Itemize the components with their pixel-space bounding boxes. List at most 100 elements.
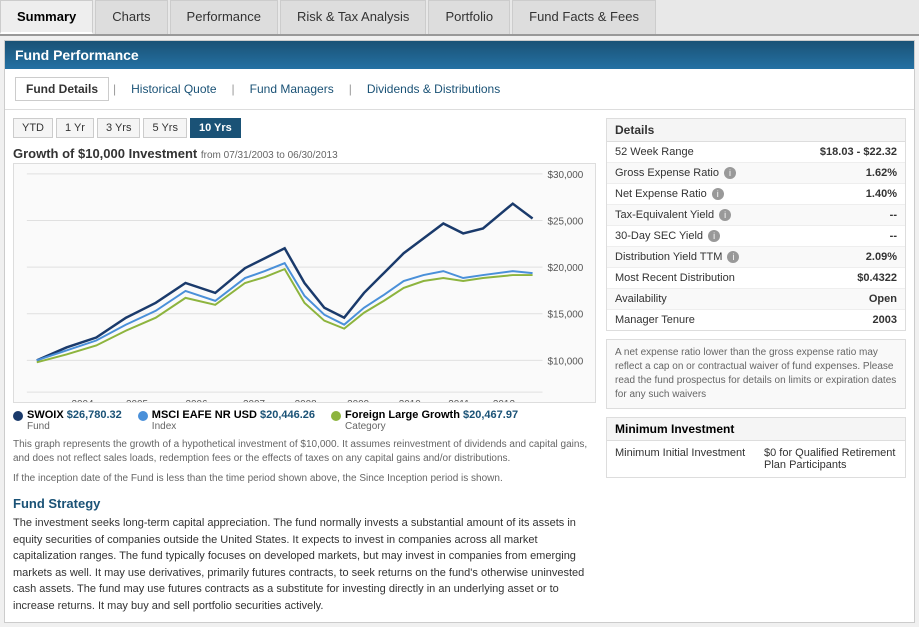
legend-swoix: SWOIX $26,780.32 Fund (13, 409, 122, 432)
value-tax: -- (786, 205, 905, 226)
label-gross: Gross Expense Ratio i (607, 163, 786, 184)
table-row: Gross Expense Ratio i 1.62% (607, 163, 905, 184)
separator: | (349, 82, 352, 96)
legend-swoix-name: SWOIX $26,780.32 (27, 409, 122, 421)
svg-text:2007: 2007 (243, 399, 266, 402)
details-section: Details 52 Week Range $18.03 - $22.32 Gr… (606, 118, 906, 331)
svg-text:$15,000: $15,000 (547, 310, 583, 321)
value-availability: Open (786, 289, 905, 310)
table-row: Availability Open (607, 289, 905, 310)
legend-foreign: Foreign Large Growth $20,467.97 Category (331, 409, 518, 432)
chart-subtitle: from 07/31/2003 to 06/30/2013 (201, 150, 338, 161)
svg-text:2009: 2009 (347, 399, 370, 402)
table-row: 52 Week Range $18.03 - $22.32 (607, 142, 905, 163)
content-area: YTD 1 Yr 3 Yrs 5 Yrs 10 Yrs Growth of $1… (5, 110, 914, 622)
label-sec: 30-Day SEC Yield i (607, 226, 786, 247)
top-navigation: Summary Charts Performance Risk & Tax An… (0, 0, 919, 36)
chart-svg: $30,000 $25,000 $20,000 $15,000 $10,000 … (14, 164, 595, 402)
table-row: Net Expense Ratio i 1.40% (607, 184, 905, 205)
fund-strategy: Fund Strategy The investment seeks long-… (13, 496, 596, 614)
legend-foreign-name: Foreign Large Growth $20,467.97 (345, 409, 518, 421)
chart-legend: SWOIX $26,780.32 Fund MSCI EAFE NR USD $… (13, 409, 596, 432)
chart-area: $30,000 $25,000 $20,000 $15,000 $10,000 … (13, 163, 596, 403)
info-icon[interactable]: i (724, 167, 736, 179)
legend-msci-dot (138, 411, 148, 421)
label-dist: Distribution Yield TTM i (607, 247, 786, 268)
svg-text:2004: 2004 (71, 399, 94, 402)
period-5yr[interactable]: 5 Yrs (143, 118, 186, 138)
strategy-title: Fund Strategy (13, 496, 596, 511)
main-content: Fund Performance Fund Details | Historic… (4, 40, 915, 623)
graph-note2: If the inception date of the Fund is les… (13, 472, 596, 486)
min-investment-section: Minimum Investment Minimum Initial Inves… (606, 417, 906, 478)
period-ytd[interactable]: YTD (13, 118, 53, 138)
period-3yr[interactable]: 3 Yrs (97, 118, 140, 138)
svg-text:2010: 2010 (399, 399, 422, 402)
subtab-fund-managers[interactable]: Fund Managers (239, 77, 345, 101)
fund-performance-header: Fund Performance (5, 41, 914, 69)
value-net: 1.40% (786, 184, 905, 205)
chart-title: Growth of $10,000 Investment from 07/31/… (13, 146, 596, 161)
legend-msci-name: MSCI EAFE NR USD $20,446.26 (152, 409, 315, 421)
label-tenure: Manager Tenure (607, 310, 786, 331)
legend-swoix-type: Fund (27, 421, 122, 432)
tab-summary[interactable]: Summary (0, 0, 93, 34)
label-min-initial: Minimum Initial Investment (607, 441, 756, 477)
label-52week: 52 Week Range (607, 142, 786, 163)
sub-navigation: Fund Details | Historical Quote | Fund M… (5, 69, 914, 110)
table-row: Distribution Yield TTM i 2.09% (607, 247, 905, 268)
min-investment-header: Minimum Investment (607, 418, 905, 441)
details-header: Details (607, 119, 905, 142)
legend-msci: MSCI EAFE NR USD $20,446.26 Index (138, 409, 315, 432)
separator: | (113, 82, 116, 96)
svg-text:2005: 2005 (126, 399, 149, 402)
svg-text:2006: 2006 (186, 399, 209, 402)
value-dist: 2.09% (786, 247, 905, 268)
tab-portfolio[interactable]: Portfolio (428, 0, 510, 34)
tab-performance[interactable]: Performance (170, 0, 278, 34)
svg-text:2008: 2008 (295, 399, 318, 402)
legend-foreign-dot (331, 411, 341, 421)
value-52week: $18.03 - $22.32 (786, 142, 905, 163)
table-row: Most Recent Distribution $0.4322 (607, 268, 905, 289)
min-investment-table: Minimum Initial Investment $0 for Qualif… (607, 441, 905, 477)
table-row: Manager Tenure 2003 (607, 310, 905, 331)
right-panel: Details 52 Week Range $18.03 - $22.32 Gr… (606, 118, 906, 614)
label-tax: Tax-Equivalent Yield i (607, 205, 786, 226)
period-buttons: YTD 1 Yr 3 Yrs 5 Yrs 10 Yrs (13, 118, 596, 138)
svg-text:$20,000: $20,000 (547, 263, 583, 274)
subtab-dividends[interactable]: Dividends & Distributions (356, 77, 511, 101)
svg-text:$10,000: $10,000 (547, 356, 583, 367)
left-panel: YTD 1 Yr 3 Yrs 5 Yrs 10 Yrs Growth of $1… (13, 118, 596, 614)
subtab-historical-quote[interactable]: Historical Quote (120, 77, 227, 101)
graph-note: This graph represents the growth of a hy… (13, 438, 596, 466)
period-1yr[interactable]: 1 Yr (56, 118, 94, 138)
info-icon[interactable]: i (727, 251, 739, 263)
label-net: Net Expense Ratio i (607, 184, 786, 205)
value-gross: 1.62% (786, 163, 905, 184)
value-recent-dist: $0.4322 (786, 268, 905, 289)
label-availability: Availability (607, 289, 786, 310)
svg-text:$25,000: $25,000 (547, 216, 583, 227)
legend-foreign-type: Category (345, 421, 518, 432)
svg-text:$30,000: $30,000 (547, 170, 583, 181)
period-10yr[interactable]: 10 Yrs (190, 118, 241, 138)
strategy-text: The investment seeks long-term capital a… (13, 515, 596, 614)
info-icon[interactable]: i (712, 188, 724, 200)
label-recent-dist: Most Recent Distribution (607, 268, 786, 289)
disclaimer: A net expense ratio lower than the gross… (606, 339, 906, 409)
separator: | (232, 82, 235, 96)
value-sec: -- (786, 226, 905, 247)
legend-swoix-dot (13, 411, 23, 421)
info-icon[interactable]: i (719, 209, 731, 221)
svg-text:2011: 2011 (448, 399, 470, 402)
subtab-fund-details[interactable]: Fund Details (15, 77, 109, 101)
tab-fund-facts[interactable]: Fund Facts & Fees (512, 0, 656, 34)
tab-charts[interactable]: Charts (95, 0, 167, 34)
tab-risk-tax[interactable]: Risk & Tax Analysis (280, 0, 426, 34)
svg-text:2012: 2012 (493, 399, 516, 402)
info-icon[interactable]: i (708, 230, 720, 242)
table-row: Minimum Initial Investment $0 for Qualif… (607, 441, 905, 477)
table-row: 30-Day SEC Yield i -- (607, 226, 905, 247)
details-table: 52 Week Range $18.03 - $22.32 Gross Expe… (607, 142, 905, 330)
